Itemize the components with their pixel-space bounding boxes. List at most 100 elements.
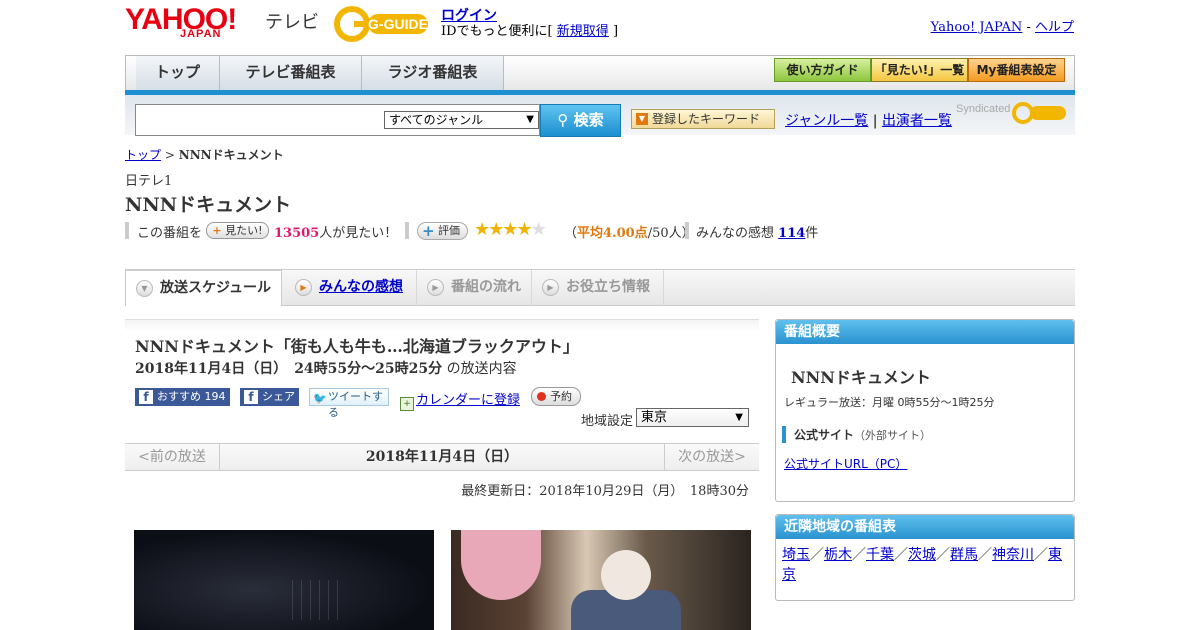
gguide-syndicated-logo xyxy=(1012,102,1066,124)
tweet-button[interactable]: 🐦 ツイートする xyxy=(309,388,389,419)
syndicated-text: Syndicated xyxy=(956,103,1011,115)
register-link[interactable]: 新規取得 xyxy=(557,24,609,39)
evaluate-button[interactable]: + 評価 xyxy=(417,222,468,240)
star-filled-icon: ★ xyxy=(502,219,518,240)
stat-divider xyxy=(685,222,689,239)
region-select[interactable]: 東京 ▼ xyxy=(636,408,749,427)
nearby-region-link[interactable]: 栃木 xyxy=(824,547,852,563)
login-sub-suffix: ] xyxy=(612,24,619,39)
search-button[interactable]: ⚲ 検索 xyxy=(540,104,621,137)
tab-schedule-label: 放送スケジュール xyxy=(160,280,272,296)
breadcrumb: トップ > NNNドキュメント xyxy=(125,146,284,163)
nearby-region-link[interactable]: 千葉 xyxy=(866,547,894,563)
kanso-suffix: 件 xyxy=(805,226,819,241)
facebook-icon: f xyxy=(139,390,153,404)
gguide-logo: G-GUIDE xyxy=(334,6,428,42)
overview-regular-broadcast: レギュラー放送：月曜 0時55分～1時25分 xyxy=(784,396,995,409)
genre-cast-links: ジャンル一覧 | 出演者一覧 xyxy=(785,110,952,130)
tab-info: ▶ お役立ち情報 xyxy=(532,270,664,306)
facebook-share-button[interactable]: f シェア xyxy=(240,388,299,406)
star-filled-icon: ★ xyxy=(474,219,490,240)
registered-keyword-button[interactable]: ▼ 登録したキーワード xyxy=(631,109,775,129)
region-select-value: 東京 xyxy=(641,410,668,425)
play-icon: ▶ xyxy=(542,279,559,296)
nav-tab-radio-guide[interactable]: ラジオ番組表 xyxy=(362,56,504,90)
reserve-label: 予約 xyxy=(550,390,572,403)
my-guide-settings-button[interactable]: My番組表設定 xyxy=(968,58,1065,82)
mitai-button[interactable]: + 見たい! xyxy=(206,222,269,239)
mitai-count-number: 13505 xyxy=(274,226,320,241)
official-site-heading: 公式サイト（外部サイト） xyxy=(782,426,931,443)
avg-value: 平均4.00点 xyxy=(577,226,648,241)
dropdown-arrow-icon: ▼ xyxy=(526,114,534,125)
region-separator: ／ xyxy=(894,547,908,563)
top-right-links: Yahoo! JAPAN - ヘルプ xyxy=(931,16,1074,35)
usage-guide-button[interactable]: 使い方ガイド xyxy=(774,58,871,82)
yahoo-japan-link[interactable]: Yahoo! JAPAN xyxy=(931,20,1023,35)
mitai-list-button[interactable]: 「見たい!」一覧 xyxy=(871,58,968,82)
thumbnail-detail xyxy=(601,550,651,600)
last-updated: 最終更新日：2018年10月29日（月） 18時30分 xyxy=(461,484,749,499)
facebook-recommend-button[interactable]: f おすすめ 194 xyxy=(135,388,230,406)
star-filled-icon: ★ xyxy=(488,219,504,240)
nearby-region-link[interactable]: 神奈川 xyxy=(992,547,1034,563)
thumbnail-detail xyxy=(461,530,541,600)
nav-tab-tv-guide[interactable]: テレビ番組表 xyxy=(220,56,362,90)
episode-thumbnail-dairy-farm[interactable] xyxy=(451,530,751,630)
star-filled-icon: ★ xyxy=(516,219,532,240)
reserve-button[interactable]: 予約 xyxy=(531,387,581,406)
nearby-region-link[interactable]: 茨城 xyxy=(908,547,936,563)
kanso-prefix: みんなの感想 xyxy=(696,226,775,241)
episode-datetime-suffix: の放送内容 xyxy=(446,361,517,377)
search-icon: ⚲ xyxy=(557,111,569,129)
genre-select[interactable]: すべてのジャンル ▼ xyxy=(384,111,539,129)
next-broadcast-button: 次の放送> xyxy=(664,444,759,470)
episode-title: NNNドキュメント「街も人も牛も…北海道ブラックアウト」 xyxy=(135,337,579,356)
prev-broadcast-button: <前の放送 xyxy=(125,444,220,470)
nav-tab-top[interactable]: トップ xyxy=(136,56,220,90)
nearby-region-link[interactable]: 群馬 xyxy=(950,547,978,563)
login-sub-prefix: IDでもっと便利に[ xyxy=(441,24,553,39)
region-separator: ／ xyxy=(978,547,992,563)
gguide-logo-text: G-GUIDE xyxy=(368,16,428,32)
facebook-icon: f xyxy=(244,390,258,404)
calendar-register: + カレンダーに登録 xyxy=(400,389,520,411)
help-link[interactable]: ヘルプ xyxy=(1035,20,1074,35)
episode-thumbnail-night-city[interactable] xyxy=(134,530,434,630)
chevron-down-icon: ▼ xyxy=(136,280,153,297)
genre-select-value: すべてのジャンル xyxy=(389,113,484,127)
tab-reviews[interactable]: ▶ みんなの感想 xyxy=(285,270,417,306)
breadcrumb-top-link[interactable]: トップ xyxy=(125,148,161,162)
evaluate-button-label: 評価 xyxy=(438,224,460,237)
genre-list-link[interactable]: ジャンル一覧 xyxy=(785,113,868,129)
mitai-count: 13505人が見たい！ xyxy=(274,222,397,241)
episode-datetime-value: 2018年11月4日（日） 24時55分～25時25分 xyxy=(135,361,443,377)
tab-info-label: お役立ち情報 xyxy=(566,279,650,295)
official-site-label: 公式サイト xyxy=(794,428,855,442)
dropdown-arrow-icon: ▼ xyxy=(735,412,743,423)
broadcast-date-nav: <前の放送 2018年11月4日（日） 次の放送> xyxy=(125,443,759,471)
thumbnail-detail xyxy=(284,580,344,620)
main-nav: トップ テレビ番組表 ラジオ番組表 使い方ガイド 「見たい!」一覧 My番組表設… xyxy=(125,55,1075,90)
play-icon: ▶ xyxy=(427,279,444,296)
broadcast-date: 2018年11月4日（日） xyxy=(365,449,519,465)
tab-schedule[interactable]: ▼ 放送スケジュール xyxy=(125,270,282,306)
kanso-count-link[interactable]: 114 xyxy=(778,226,805,241)
avg-prefix: （ xyxy=(564,226,578,241)
fb-recommend-count: 194 xyxy=(204,390,226,403)
official-site-url-link[interactable]: 公式サイトURL（PC） xyxy=(784,455,907,472)
fb-share-label: シェア xyxy=(262,390,295,403)
nearby-region-list: 埼玉／栃木／千葉／茨城／群馬／神奈川／東京 xyxy=(776,539,1074,591)
overview-title: NNNドキュメント xyxy=(791,368,931,387)
episode-datetime: 2018年11月4日（日） 24時55分～25時25分 の放送内容 xyxy=(135,358,517,378)
tab-flow: ▶ 番組の流れ xyxy=(417,270,532,306)
nearby-region-link[interactable]: 埼玉 xyxy=(782,547,810,563)
calendar-plus-icon: + xyxy=(400,397,414,411)
region-label: 地域設定 xyxy=(581,414,634,429)
tab-reviews-label[interactable]: みんなの感想 xyxy=(319,279,403,295)
breadcrumb-current: NNNドキュメント xyxy=(178,148,284,162)
fb-recommend-label: おすすめ xyxy=(157,390,201,403)
yahoo-japan-logo-text: JAPAN xyxy=(180,28,222,40)
cast-list-link[interactable]: 出演者一覧 xyxy=(882,113,952,129)
calendar-register-link[interactable]: カレンダーに登録 xyxy=(416,393,520,408)
